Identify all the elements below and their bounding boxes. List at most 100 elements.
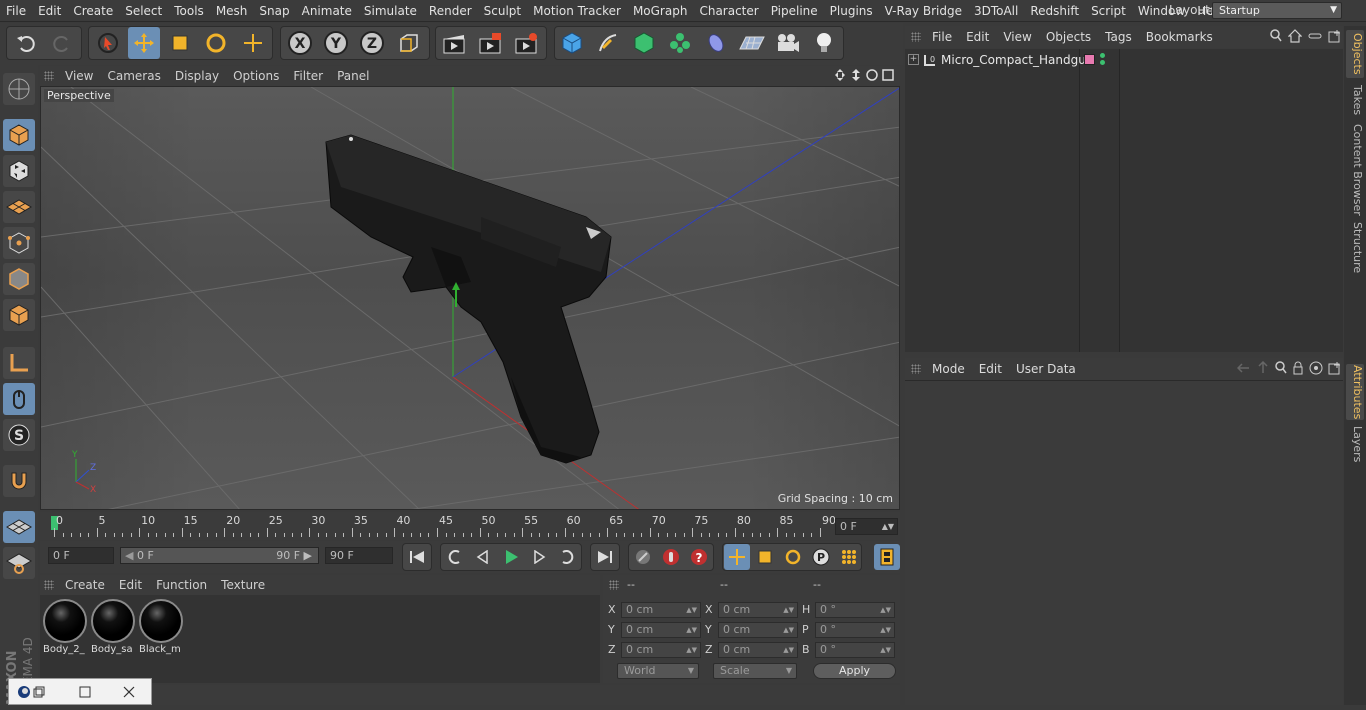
size-value-field[interactable]: 0 cm ▲▼	[718, 622, 798, 638]
apply-button[interactable]: Apply	[813, 663, 896, 679]
render-to-picture-viewer-button[interactable]	[474, 27, 506, 59]
prev-frame-button[interactable]	[470, 544, 496, 570]
key-rotation-button[interactable]	[780, 544, 806, 570]
live-selection-button[interactable]	[92, 27, 124, 59]
goto-start-button[interactable]	[404, 544, 430, 570]
stepper-arrows-icon[interactable]: ▲▼	[880, 643, 891, 657]
menu-v-ray-bridge[interactable]: V-Ray Bridge	[879, 0, 968, 22]
size-mode-dropdown[interactable]: Scale ▼	[713, 663, 797, 679]
viewport-menu-filter[interactable]: Filter	[286, 69, 330, 83]
attribute-menu-user-data[interactable]: User Data	[1009, 362, 1083, 376]
points-mode-button[interactable]	[3, 227, 35, 259]
motion-record-button[interactable]	[630, 544, 656, 570]
key-scale-button[interactable]	[752, 544, 778, 570]
menu-render[interactable]: Render	[423, 0, 478, 22]
deformer-button[interactable]	[700, 27, 732, 59]
stepper-arrows-icon[interactable]: ▲▼	[880, 623, 891, 637]
redo-button[interactable]	[46, 27, 78, 59]
next-frame-button[interactable]	[526, 544, 552, 570]
menu-mesh[interactable]: Mesh	[210, 0, 254, 22]
link-icon[interactable]	[1308, 29, 1322, 43]
material-swatch[interactable]: Body_sa	[91, 599, 135, 657]
material-swatch[interactable]: Body_2_	[43, 599, 87, 657]
viewport-menu-options[interactable]: Options	[226, 69, 286, 83]
menu-simulate[interactable]: Simulate	[358, 0, 423, 22]
menu-tools[interactable]: Tools	[168, 0, 210, 22]
object-menu-bookmarks[interactable]: Bookmarks	[1139, 30, 1220, 44]
menu-edit[interactable]: Edit	[32, 0, 67, 22]
floor-object-button[interactable]	[736, 27, 768, 59]
spline-pen-button[interactable]	[592, 27, 624, 59]
position-value-field[interactable]: 0 cm ▲▼	[621, 622, 701, 638]
back-arrow-icon[interactable]	[1237, 361, 1251, 375]
timeline-ruler[interactable]: 0 5 10 15 20 25 30 35 40 45 50 55 60 65 70 75 80 85 90 0 F…	[40, 512, 900, 540]
model-mode-button[interactable]	[3, 119, 35, 151]
autokey-button[interactable]: ?	[686, 544, 712, 570]
material-menu-create[interactable]: Create	[58, 578, 112, 592]
rotate-tool-button[interactable]	[200, 27, 232, 59]
menu-character[interactable]: Character	[693, 0, 764, 22]
layer-color-tag[interactable]	[1084, 54, 1095, 65]
new-window-icon[interactable]	[1328, 361, 1342, 375]
pan-icon[interactable]	[834, 68, 846, 82]
menu-plugins[interactable]: Plugins	[824, 0, 879, 22]
viewport-menu-cameras[interactable]: Cameras	[100, 69, 167, 83]
menu-animate[interactable]: Animate	[296, 0, 358, 22]
target-icon[interactable]	[1309, 361, 1323, 375]
light-object-button[interactable]	[808, 27, 840, 59]
goto-end-button[interactable]	[592, 544, 618, 570]
polygons-mode-button[interactable]	[3, 299, 35, 331]
start-frame-field[interactable]: 0 F	[48, 547, 114, 564]
material-menu-texture[interactable]: Texture	[214, 578, 272, 592]
expand-icon[interactable]: +	[908, 54, 919, 65]
z-axis-lock-button[interactable]: Z	[356, 27, 388, 59]
lock-icon[interactable]	[1292, 361, 1304, 375]
stepper-arrows-icon[interactable]: ▲▼	[686, 623, 697, 637]
subdivision-surface-button[interactable]	[628, 27, 660, 59]
home-icon[interactable]	[1288, 29, 1302, 43]
recent-tool-button[interactable]	[237, 27, 269, 59]
render-settings-button[interactable]	[510, 27, 542, 59]
attribute-menu-edit[interactable]: Edit	[972, 362, 1009, 376]
cube-object-button[interactable]	[556, 27, 588, 59]
side-tab-content-browser[interactable]: Content Browser	[1346, 124, 1364, 216]
menu-motion-tracker[interactable]: Motion Tracker	[527, 0, 627, 22]
tweak-mode-button[interactable]	[3, 383, 35, 415]
side-tab-structure[interactable]: Structure	[1346, 222, 1364, 273]
side-tab-layers[interactable]: Layers	[1346, 426, 1364, 462]
rotation-value-field[interactable]: 0 ° ▲▼	[815, 602, 895, 618]
timeline-window-button[interactable]	[874, 544, 900, 570]
menu-script[interactable]: Script	[1085, 0, 1132, 22]
key-position-button[interactable]	[724, 544, 750, 570]
close-icon[interactable]	[123, 686, 135, 698]
end-frame-field[interactable]: 90 F	[325, 547, 393, 564]
up-arrow-icon[interactable]	[1256, 361, 1270, 375]
snap-magnet-button[interactable]	[3, 465, 35, 497]
menu-3dtoall[interactable]: 3DToAll	[968, 0, 1024, 22]
menu-sculpt[interactable]: Sculpt	[478, 0, 527, 22]
menu-pipeline[interactable]: Pipeline	[765, 0, 824, 22]
restore-icon[interactable]	[33, 686, 45, 698]
viewport-menu-view[interactable]: View	[58, 69, 100, 83]
object-menu-tags[interactable]: Tags	[1098, 30, 1139, 44]
menu-redshift[interactable]: Redshift	[1024, 0, 1085, 22]
object-menu-view[interactable]: View	[996, 30, 1038, 44]
new-window-icon[interactable]	[1328, 29, 1342, 43]
maximize-view-icon[interactable]	[882, 68, 894, 82]
side-tab-objects[interactable]: Objects	[1346, 30, 1364, 78]
coordinate-system-button[interactable]	[393, 27, 425, 59]
current-frame-field[interactable]: 0 F ▲▼	[835, 518, 898, 535]
move-tool-button[interactable]	[128, 27, 160, 59]
workplane-snap-button[interactable]	[3, 547, 35, 579]
menu-mograph[interactable]: MoGraph	[627, 0, 694, 22]
object-menu-edit[interactable]: Edit	[959, 30, 996, 44]
workplane-mode-button[interactable]	[3, 191, 35, 223]
object-row[interactable]: + 0 Micro_Compact_Handgun	[905, 51, 1343, 69]
edges-mode-button[interactable]	[3, 263, 35, 295]
y-axis-lock-button[interactable]: Y	[320, 27, 352, 59]
undo-button[interactable]	[10, 27, 42, 59]
rotation-value-field[interactable]: 0 ° ▲▼	[815, 622, 895, 638]
solo-mode-button[interactable]: S	[3, 419, 35, 451]
material-menu-function[interactable]: Function	[149, 578, 214, 592]
stepper-arrows-icon[interactable]: ▲▼	[783, 603, 794, 617]
